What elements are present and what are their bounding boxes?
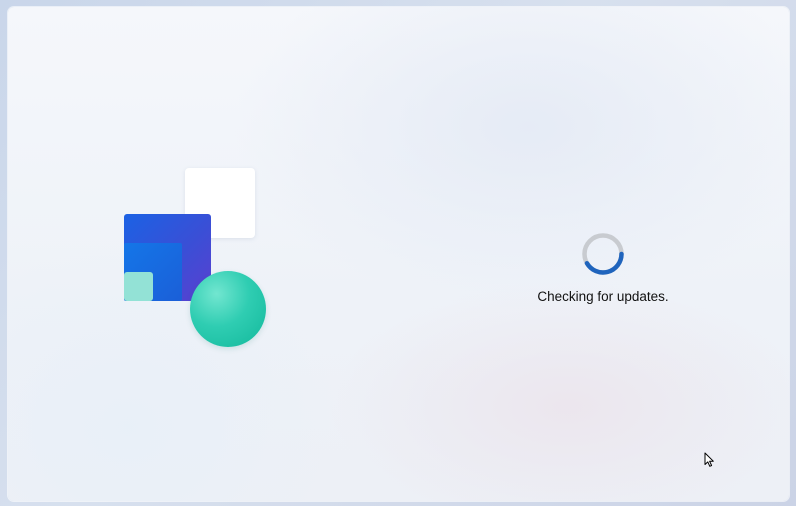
progress-ring-icon xyxy=(582,233,624,275)
mouse-cursor-icon xyxy=(704,452,714,467)
setup-screen: Checking for updates. xyxy=(8,7,789,501)
illustration-teal-circle xyxy=(190,271,266,347)
illustration-mint-square xyxy=(124,272,153,301)
setup-illustration xyxy=(123,167,283,357)
update-status: Checking for updates. xyxy=(498,229,708,304)
status-text: Checking for updates. xyxy=(537,289,669,304)
progress-ring-arc xyxy=(584,251,624,275)
